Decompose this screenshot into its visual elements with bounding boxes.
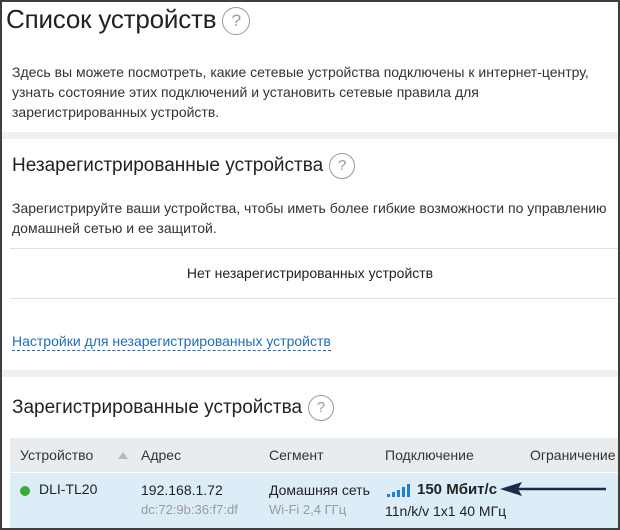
column-device[interactable]: Устройство xyxy=(20,447,93,463)
unregistered-desc-line-1: Зарегистрируйте ваши устройства, чтобы и… xyxy=(12,200,607,216)
divider xyxy=(10,248,618,249)
sort-asc-icon[interactable] xyxy=(118,452,128,459)
divider xyxy=(10,298,618,299)
column-connection[interactable]: Подключение xyxy=(385,447,474,463)
section-divider xyxy=(2,370,618,377)
app-frame: Список устройств? Здесь вы можете посмот… xyxy=(0,0,620,530)
unregistered-section: Незарегистрированные устройства? Зарегис… xyxy=(2,139,618,370)
device-name[interactable]: DLI-TL20 xyxy=(39,481,97,497)
connection-speed: 150 Мбит/с xyxy=(417,481,498,498)
unregistered-settings-link[interactable]: Настройки для незарегистрированных устро… xyxy=(12,332,331,351)
help-icon[interactable]: ? xyxy=(222,7,251,36)
empty-state-text: Нет незарегистрированных устройств xyxy=(186,265,434,281)
registered-title-text: Зарегистрированные устройства xyxy=(12,397,303,419)
unregistered-desc-line-2: домашней сетью и ее защитой. xyxy=(12,220,217,236)
device-segment: Домашняя сеть xyxy=(269,482,370,498)
connection-mode: 11n/k/v 1x1 40 МГц xyxy=(385,503,507,519)
device-list-section: Список устройств? Здесь вы можете посмот… xyxy=(2,2,618,132)
devices-table-header: Устройство Адрес Сегмент Подключение Огр… xyxy=(10,438,618,472)
intro-line-1: Здесь вы можете посмотреть, какие сетевы… xyxy=(12,64,589,80)
column-segment[interactable]: Сегмент xyxy=(269,447,324,463)
intro-line-3: зарегистрированных устройств. xyxy=(12,104,220,120)
unregistered-title: Незарегистрированные устройства? xyxy=(12,153,356,179)
unregistered-title-text: Незарегистрированные устройства xyxy=(12,155,324,177)
registered-title: Зарегистрированные устройства? xyxy=(12,395,335,421)
device-mac: dc:72:9b:36:f7:df xyxy=(141,502,238,517)
help-icon[interactable]: ? xyxy=(329,153,356,179)
arrow-left-icon xyxy=(500,482,606,496)
table-row[interactable]: DLI-TL20 192.168.1.72 dc:72:9b:36:f7:df … xyxy=(10,473,618,528)
column-address[interactable]: Адрес xyxy=(141,447,181,463)
signal-bars-icon xyxy=(387,483,413,497)
column-limit[interactable]: Ограничение xyxy=(530,447,616,463)
page-title-text: Список устройств xyxy=(6,4,217,34)
page-title: Список устройств? xyxy=(6,4,251,36)
intro-line-2: узнать состояние этих подключений и уста… xyxy=(12,84,479,100)
help-icon[interactable]: ? xyxy=(308,395,335,421)
device-band: Wi-Fi 2,4 ГГц xyxy=(269,502,347,517)
device-ip: 192.168.1.72 xyxy=(141,482,223,498)
section-divider xyxy=(2,132,618,139)
status-online-icon xyxy=(20,486,30,496)
